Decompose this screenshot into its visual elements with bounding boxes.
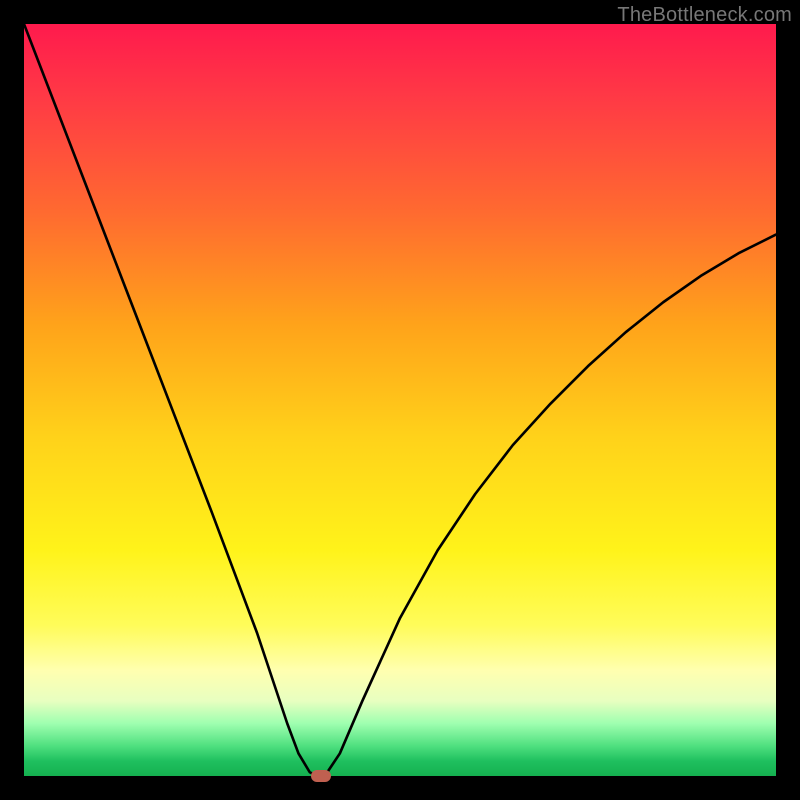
minimum-marker bbox=[311, 770, 331, 782]
chart-frame bbox=[24, 24, 776, 776]
bottleneck-curve bbox=[24, 24, 776, 776]
